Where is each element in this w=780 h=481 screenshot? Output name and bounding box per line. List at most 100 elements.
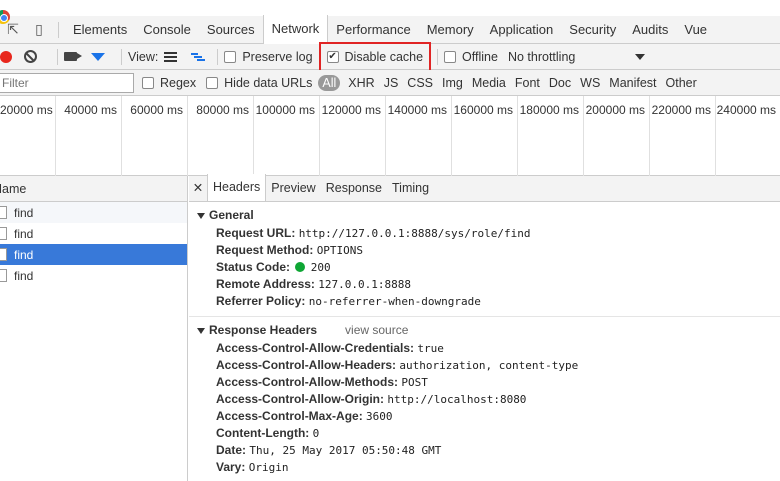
- filter-input[interactable]: [0, 72, 134, 93]
- disable-cache-highlight: Disable cache: [318, 41, 432, 72]
- timeline-tick: 120000 ms: [320, 96, 386, 176]
- regex-checkbox[interactable]: [142, 76, 154, 89]
- header-value: Origin: [248, 461, 289, 474]
- request-row[interactable]: find: [0, 223, 187, 244]
- tab-response[interactable]: Response: [321, 175, 387, 201]
- type-filter-other[interactable]: Other: [666, 76, 697, 90]
- request-list: Name find find find find: [0, 176, 188, 481]
- request-row[interactable]: find: [0, 202, 187, 223]
- header-row: Request Method: OPTIONS: [189, 242, 780, 259]
- disable-cache-checkbox[interactable]: [326, 50, 339, 63]
- type-filter-media[interactable]: Media: [472, 76, 506, 90]
- timeline-tick: 160000 ms: [452, 96, 518, 176]
- tab-elements[interactable]: Elements: [65, 16, 135, 44]
- tab-memory[interactable]: Memory: [419, 16, 482, 44]
- type-filter-doc[interactable]: Doc: [549, 76, 571, 90]
- timeline-tick: 40000 ms: [56, 96, 122, 176]
- tab-security[interactable]: Security: [561, 16, 624, 44]
- regex-toggle[interactable]: Regex: [142, 76, 196, 90]
- tab-audits[interactable]: Audits: [624, 16, 676, 44]
- regex-label: Regex: [160, 75, 197, 90]
- header-key: Access-Control-Max-Age:: [216, 409, 363, 423]
- tab-headers[interactable]: Headers: [207, 174, 267, 201]
- overview-waterfall-icon[interactable]: [191, 52, 206, 62]
- tab-performance[interactable]: Performance: [328, 16, 418, 44]
- response-headers-section-header[interactable]: Response Headers view source: [189, 321, 780, 340]
- type-filter-manifest[interactable]: Manifest: [609, 76, 656, 90]
- timeline-tick: 20000 ms: [0, 96, 56, 176]
- close-icon[interactable]: ✕: [189, 175, 207, 201]
- type-filter-css[interactable]: CSS: [407, 76, 433, 90]
- triangle-down-icon: [197, 327, 205, 334]
- offline-toggle[interactable]: Offline: [444, 50, 498, 64]
- header-value: 127.0.0.1:8888: [318, 278, 411, 291]
- filter-bar: Regex Hide data URLs All XHR JS CSS Img …: [0, 70, 780, 96]
- header-row: Access-Control-Allow-Credentials: true: [189, 340, 780, 357]
- view-source-link[interactable]: view source: [345, 321, 408, 340]
- hide-data-urls-checkbox[interactable]: [206, 76, 219, 89]
- header-row: Access-Control-Allow-Methods: POST: [189, 374, 780, 391]
- offline-checkbox[interactable]: [444, 50, 457, 63]
- capture-screenshots-icon[interactable]: [64, 52, 82, 61]
- request-name: find: [14, 247, 34, 262]
- header-key: Remote Address:: [216, 277, 315, 291]
- type-filter-all[interactable]: All: [318, 74, 341, 91]
- timeline-tick: 240000 ms: [716, 103, 776, 117]
- tab-preview[interactable]: Preview: [266, 175, 320, 201]
- request-row-selected[interactable]: find: [0, 244, 187, 265]
- tab-console[interactable]: Console: [135, 16, 199, 44]
- tab-application[interactable]: Application: [482, 16, 562, 44]
- header-row: Request URL: http://127.0.0.1:8888/sys/r…: [189, 225, 780, 242]
- tab-network[interactable]: Network: [262, 15, 329, 44]
- response-headers-title: Response Headers: [209, 323, 318, 337]
- general-section-header[interactable]: General: [189, 206, 780, 225]
- header-key: Access-Control-Allow-Origin:: [216, 392, 385, 406]
- timeline-tick: 180000 ms: [518, 96, 584, 176]
- header-value: true: [417, 342, 444, 355]
- request-name: find: [14, 268, 34, 283]
- file-icon: [0, 227, 7, 240]
- tab-sources[interactable]: Sources: [199, 16, 263, 44]
- header-value: http://127.0.0.1:8888/sys/role/find: [298, 227, 531, 240]
- preserve-log-checkbox[interactable]: [224, 50, 237, 63]
- tab-timing[interactable]: Timing: [387, 175, 434, 201]
- header-row: Content-Length: 0: [189, 425, 780, 442]
- name-column-header[interactable]: Name: [0, 176, 187, 202]
- header-row: Vary: Origin: [189, 459, 780, 476]
- filter-icon[interactable]: [91, 52, 105, 61]
- header-key: Referrer Policy:: [216, 294, 306, 308]
- file-icon: [0, 248, 7, 261]
- header-row: Access-Control-Allow-Origin: http://loca…: [189, 391, 780, 408]
- type-filter-font[interactable]: Font: [515, 76, 540, 90]
- header-value: authorization, content-type: [399, 359, 579, 372]
- timeline-overview[interactable]: 20000 ms 40000 ms 60000 ms 80000 ms 1000…: [0, 96, 780, 176]
- toolbar-separator: [121, 48, 122, 65]
- throttling-value: No throttling: [507, 49, 576, 64]
- header-value: no-referrer-when-downgrade: [308, 295, 481, 308]
- hide-data-urls-label: Hide data URLs: [224, 75, 313, 90]
- type-filter-xhr[interactable]: XHR: [348, 76, 374, 90]
- clear-icon[interactable]: [24, 50, 37, 63]
- record-button[interactable]: [0, 50, 12, 63]
- header-row: Access-Control-Max-Age: 3600: [189, 408, 780, 425]
- status-ok-icon: [295, 262, 306, 272]
- hide-data-urls-toggle[interactable]: Hide data URLs: [206, 76, 312, 90]
- header-key: Date:: [216, 443, 247, 457]
- tab-vue[interactable]: Vue: [676, 16, 715, 44]
- type-filter-js[interactable]: JS: [384, 76, 399, 90]
- type-filter-ws[interactable]: WS: [580, 76, 600, 90]
- type-filter-img[interactable]: Img: [442, 76, 463, 90]
- name-column-label: Name: [0, 182, 27, 196]
- request-row[interactable]: find: [0, 265, 187, 286]
- header-value: POST: [401, 376, 428, 389]
- header-value: 3600: [366, 410, 393, 423]
- throttling-select[interactable]: No throttling: [507, 49, 646, 64]
- toolbar-separator: [57, 48, 58, 65]
- large-rows-icon[interactable]: [164, 51, 178, 62]
- toolbar-separator: [437, 48, 439, 65]
- preserve-log-toggle[interactable]: Preserve log: [224, 50, 313, 64]
- header-key: Request Method:: [216, 243, 314, 257]
- disable-cache-label: Disable cache: [344, 49, 424, 64]
- device-toolbar-icon[interactable]: ▯: [26, 17, 52, 43]
- header-value: http://localhost:8080: [387, 393, 527, 406]
